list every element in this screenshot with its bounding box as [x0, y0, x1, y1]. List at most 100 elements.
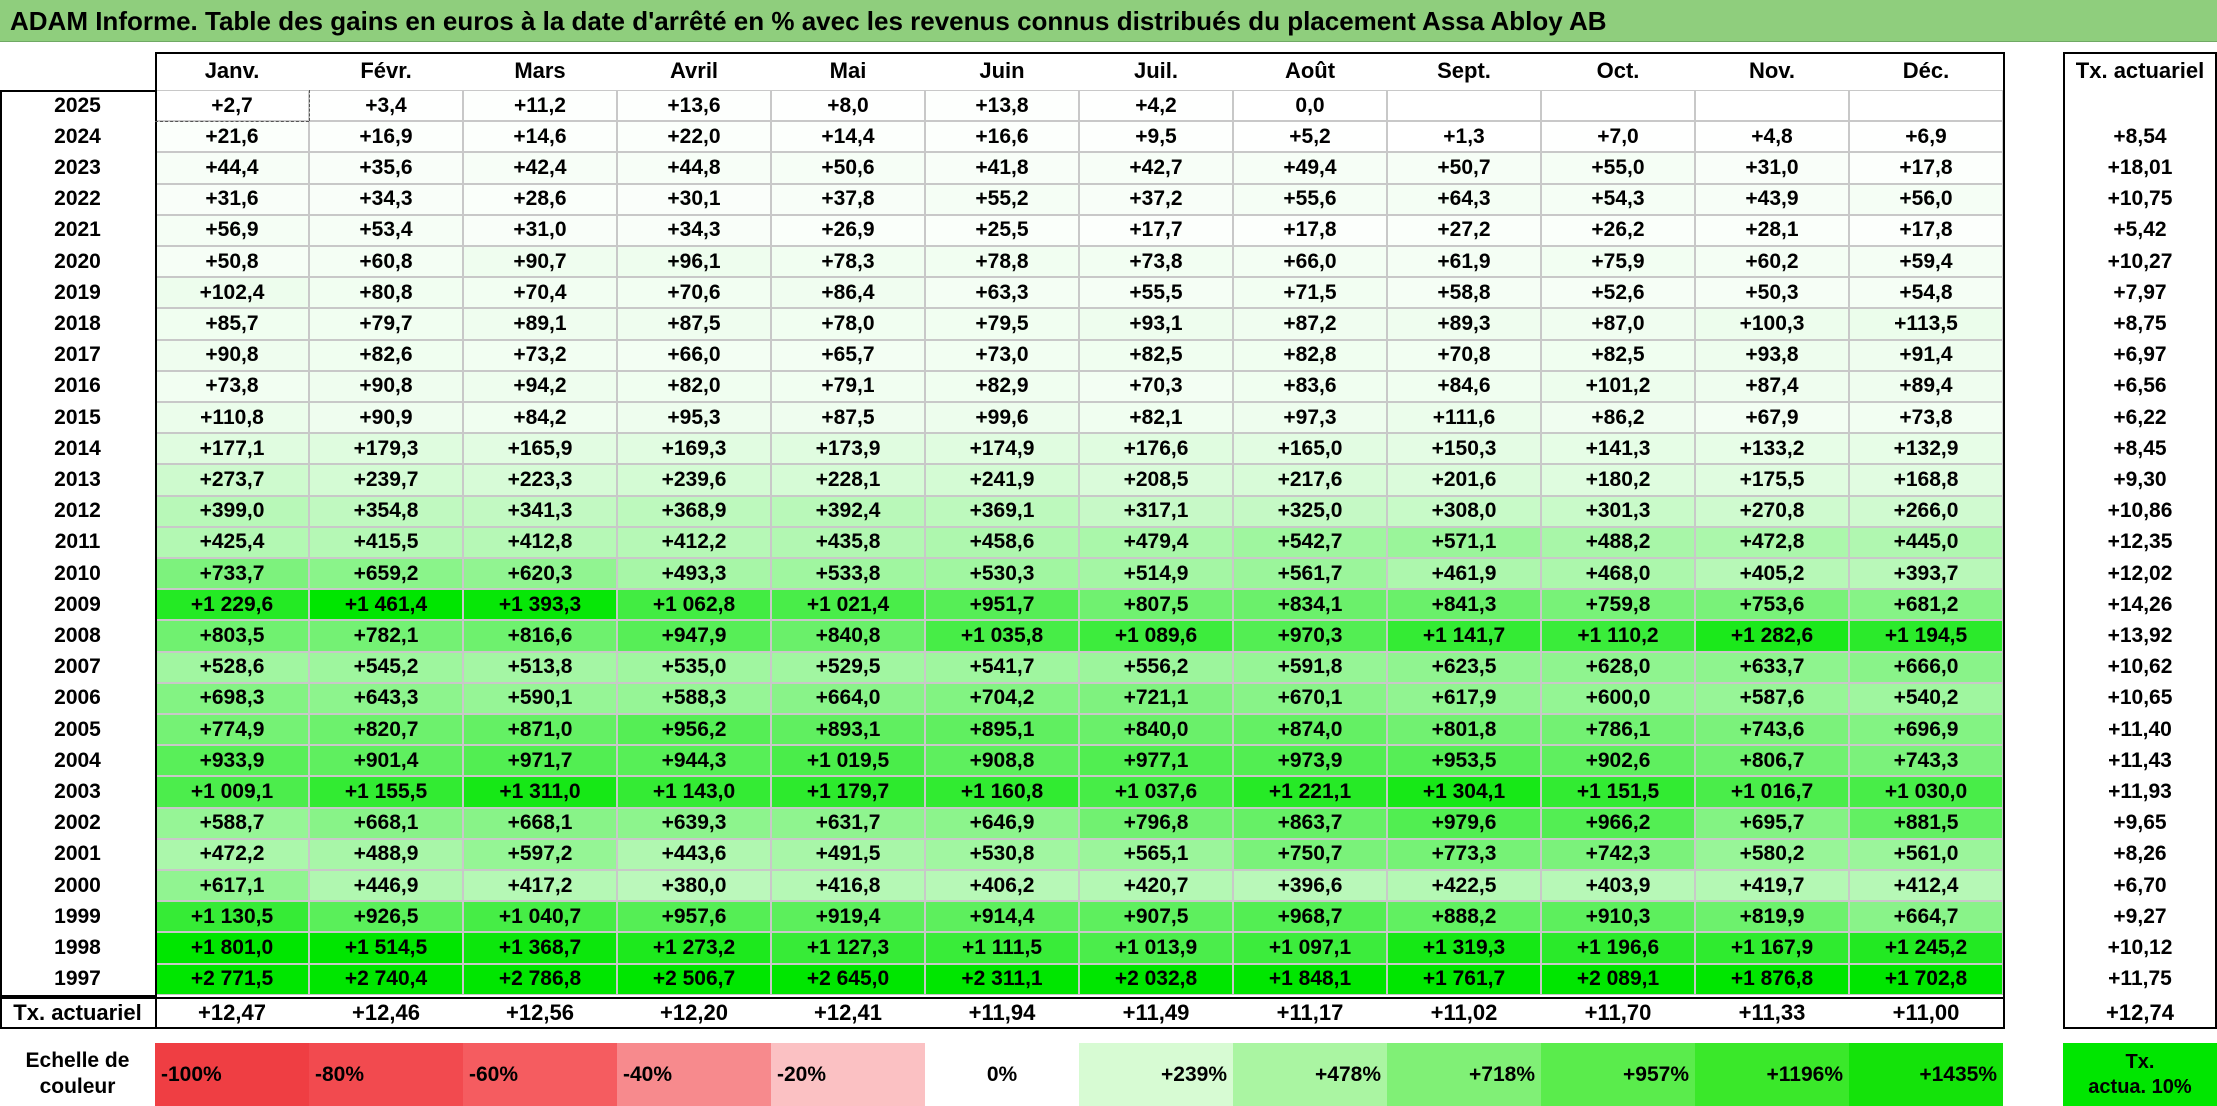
footer-tx-cell: +12,20 — [660, 999, 728, 1025]
gain-cell: +82,0 — [617, 370, 771, 402]
gain-cell: +1 160,8 — [925, 776, 1079, 808]
gain-cell: +971,7 — [463, 745, 617, 777]
gain-cell: +1 229,6 — [155, 589, 309, 621]
gain-cell: +37,8 — [771, 183, 925, 215]
tx-legend-line1: Tx. — [2125, 1050, 2155, 1073]
gain-cell: +631,7 — [771, 807, 925, 839]
gain-cell: +61,9 — [1387, 246, 1541, 278]
year-label: 2014 — [54, 436, 101, 460]
tx-actuariel-cell: +10,86 — [2107, 499, 2173, 523]
gain-cell: +78,0 — [771, 308, 925, 340]
month-header: Août — [1284, 58, 1336, 83]
tx-actuariel-header: Tx. actuariel — [2075, 58, 2205, 83]
gain-cell: +834,1 — [1233, 589, 1387, 621]
gain-cell: +30,1 — [617, 183, 771, 215]
month-header: Nov. — [1748, 58, 1796, 83]
gain-cell: +73,8 — [1079, 246, 1233, 278]
gain-cell: +31,0 — [1695, 152, 1849, 184]
gain-cell: +239,7 — [309, 464, 463, 496]
gain-cell: +13,8 — [925, 90, 1079, 122]
gain-cell: +91,4 — [1849, 339, 2003, 371]
gain-cell: +540,2 — [1849, 682, 2003, 714]
gain-cell — [1695, 90, 1849, 122]
gain-cell: +1,3 — [1387, 121, 1541, 153]
gain-cell: +78,8 — [925, 246, 1079, 278]
gain-cell: +953,5 — [1387, 745, 1541, 777]
gain-cell: +60,2 — [1695, 246, 1849, 278]
gain-cell: +1 368,7 — [463, 932, 617, 964]
gain-cell: +208,5 — [1079, 464, 1233, 496]
gain-cell: +2,7 — [155, 90, 309, 122]
gain-cell: +468,0 — [1541, 558, 1695, 590]
gain-cell: +31,0 — [463, 214, 617, 246]
footer-tx-cell: +12,46 — [352, 999, 420, 1025]
year-label: 2012 — [54, 499, 101, 523]
gain-cell: +472,2 — [155, 838, 309, 870]
gain-cell: +1 304,1 — [1387, 776, 1541, 808]
gain-cell: +100,3 — [1695, 308, 1849, 340]
report-title: ADAM Informe. Table des gains en euros à… — [0, 0, 2217, 42]
gain-cell: +60,8 — [309, 246, 463, 278]
gain-cell: +50,6 — [771, 152, 925, 184]
month-header: Oct. — [1596, 58, 1640, 83]
gain-cell: +633,7 — [1695, 651, 1849, 683]
gain-cell: +1 221,1 — [1233, 776, 1387, 808]
gain-cell: +59,4 — [1849, 246, 2003, 278]
color-scale-step: -80% — [309, 1043, 463, 1106]
gain-cell: +42,4 — [463, 152, 617, 184]
gain-cell: +597,2 — [463, 838, 617, 870]
gain-cell: +89,1 — [463, 308, 617, 340]
footer-tx-cell: +12,47 — [198, 999, 266, 1025]
gain-cell — [1387, 90, 1541, 122]
gain-cell: +26,2 — [1541, 214, 1695, 246]
gain-cell: +90,8 — [309, 370, 463, 402]
gain-cell: +1 393,3 — [463, 589, 617, 621]
gain-cell: +530,8 — [925, 838, 1079, 870]
color-scale-step: -40% — [617, 1043, 771, 1106]
gain-cell: +317,1 — [1079, 495, 1233, 527]
color-scale-step: +1435% — [1849, 1043, 2003, 1106]
gain-cell: +1 196,6 — [1541, 932, 1695, 964]
tx-actuariel-cell: +9,65 — [2113, 811, 2167, 835]
gain-cell: +461,9 — [1387, 558, 1541, 590]
tx-actuariel-cell: +7,97 — [2113, 280, 2167, 304]
gain-cell: +514,9 — [1079, 558, 1233, 590]
gain-cell: +704,2 — [925, 682, 1079, 714]
gain-cell: +70,4 — [463, 277, 617, 309]
gain-cell: +973,9 — [1233, 745, 1387, 777]
gain-cell: +816,6 — [463, 620, 617, 652]
gain-cell: +888,2 — [1387, 901, 1541, 933]
gain-cell: +1 155,5 — [309, 776, 463, 808]
gain-cell: +80,8 — [309, 277, 463, 309]
gain-cell: +1 111,5 — [925, 932, 1079, 964]
gain-cell: +571,1 — [1387, 526, 1541, 558]
gain-cell: +84,6 — [1387, 370, 1541, 402]
gain-cell: +902,6 — [1541, 745, 1695, 777]
year-label: 2017 — [54, 343, 101, 367]
gain-cell: +807,5 — [1079, 589, 1233, 621]
gain-cell: +488,2 — [1541, 526, 1695, 558]
gain-cell: +3,4 — [309, 90, 463, 122]
gain-cell: +16,9 — [309, 121, 463, 153]
gain-cell: +901,4 — [309, 745, 463, 777]
gain-cell: +1 245,2 — [1849, 932, 2003, 964]
gain-cell: +239,6 — [617, 464, 771, 496]
gain-cell: +753,6 — [1695, 589, 1849, 621]
gain-cell: +529,5 — [771, 651, 925, 683]
month-header: Mars — [514, 58, 566, 83]
gain-cell: +54,3 — [1541, 183, 1695, 215]
gain-cell: +52,6 — [1541, 277, 1695, 309]
gain-cell: +79,5 — [925, 308, 1079, 340]
year-label: 1999 — [54, 904, 101, 928]
gain-cell: +446,9 — [309, 870, 463, 902]
gain-cell: +956,2 — [617, 714, 771, 746]
gain-cell — [1541, 90, 1695, 122]
gain-cell: +87,4 — [1695, 370, 1849, 402]
gain-cell: +403,9 — [1541, 870, 1695, 902]
tx-actuariel-cell — [2063, 90, 2217, 121]
gain-cell: +368,9 — [617, 495, 771, 527]
footer-tx-total: +12,74 — [2106, 999, 2174, 1025]
color-scale-step: 0% — [925, 1043, 1079, 1106]
gain-cell: +910,3 — [1541, 901, 1695, 933]
gain-cell: +4,2 — [1079, 90, 1233, 122]
